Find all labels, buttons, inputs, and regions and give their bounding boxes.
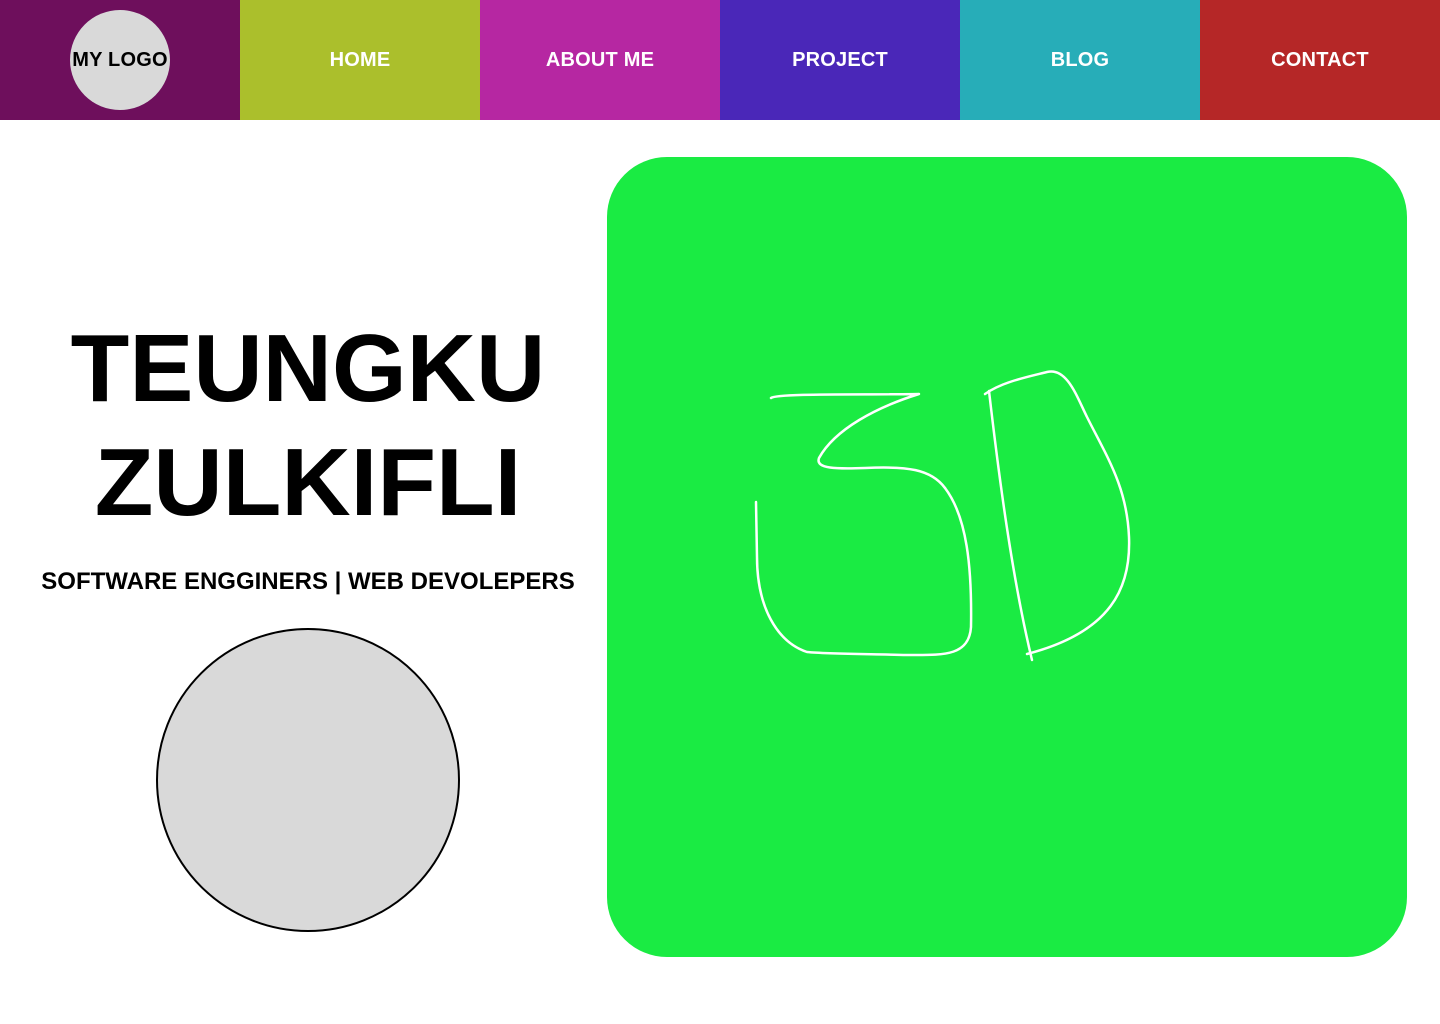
nav-item-about-me[interactable]: ABOUT ME [480,0,720,120]
hero-tagline: SOFTWARE ENGGINERS | WEB DEVOLEPERS [41,568,575,595]
sketch-stroke-d-stem [987,389,1034,662]
3d-sketch [754,370,1131,662]
profile-avatar [156,628,460,932]
hero-name-line2: ZULKIFLI [94,429,522,536]
hero-name: TEUNGKU ZULKIFLI [40,312,576,540]
sketch-stroke-3-top [769,392,947,490]
logo[interactable]: MY LOGO [70,10,170,110]
nav-item-blog[interactable]: BLOG [960,0,1200,120]
nav-item-contact[interactable]: CONTACT [1200,0,1440,120]
nav-item-project[interactable]: PROJECT [720,0,960,120]
showcase-panel [607,157,1407,957]
portfolio-page: MY LOGO HOME ABOUT ME PROJECT BLOG CONTA… [0,0,1440,1024]
top-navigation: MY LOGO HOME ABOUT ME PROJECT BLOG CONTA… [0,0,1440,120]
nav-item-home[interactable]: HOME [240,0,480,120]
sketch-stroke-3-bottom [754,486,973,657]
hero-name-line1: TEUNGKU [70,315,546,422]
sketch-stroke-d-bowl [983,370,1131,656]
logo-cell: MY LOGO [0,0,240,120]
